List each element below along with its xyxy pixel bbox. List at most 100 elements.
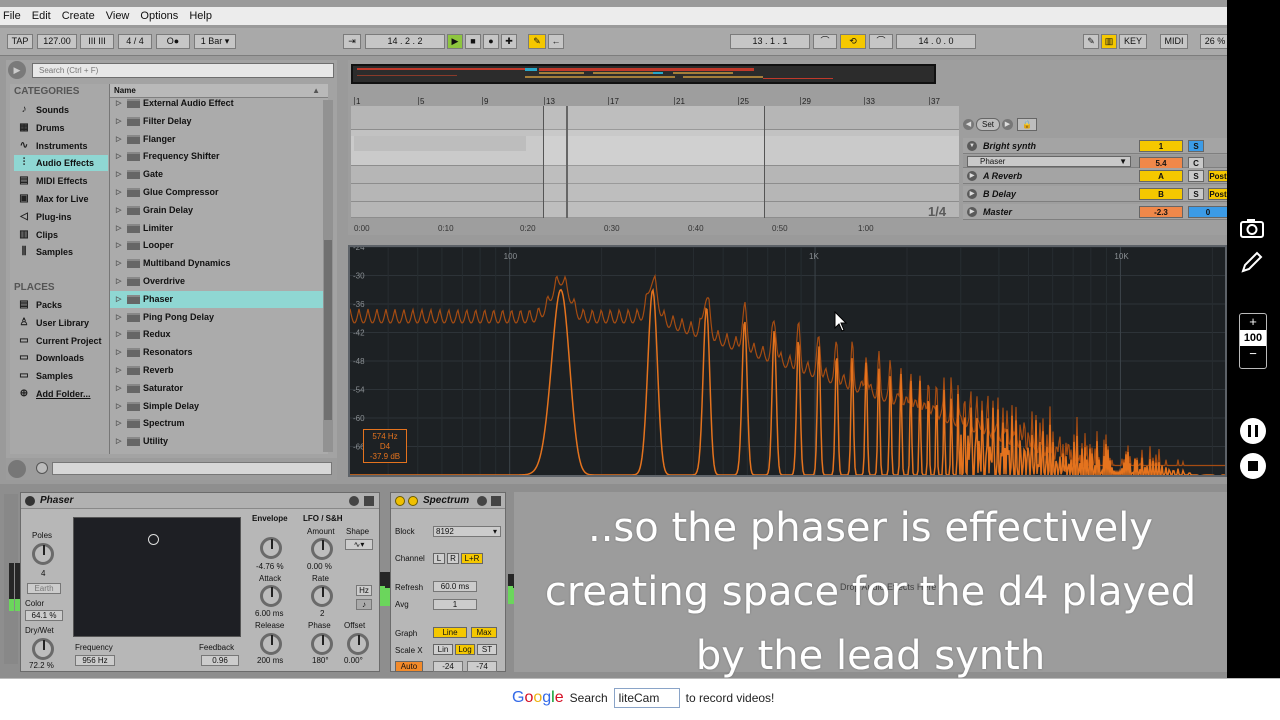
list-item[interactable]: ▷ Reverb	[110, 362, 326, 379]
preview-waveform[interactable]	[52, 462, 332, 475]
expand-triangle-icon[interactable]: ▷	[116, 184, 121, 201]
place-item-add-folder-[interactable]: ⊕ Add Folder...	[14, 386, 108, 402]
sidebar-item-drums[interactable]: ▦ Drums	[14, 120, 108, 136]
list-item[interactable]: ▷ Limiter	[110, 220, 326, 237]
menu-view[interactable]: View	[106, 10, 130, 22]
list-item[interactable]: ▷ Saturator	[110, 380, 326, 397]
tap-tempo-button[interactable]: TAP	[7, 34, 33, 49]
arrangement-overview[interactable]	[351, 64, 936, 84]
clip-region[interactable]	[354, 136, 526, 151]
google-search-input[interactable]: liteCam	[613, 688, 680, 708]
rate-knob[interactable]	[311, 585, 333, 607]
punch-out-icon[interactable]: ⌒	[869, 34, 893, 49]
track-activator-3[interactable]: B	[1139, 188, 1183, 200]
overdub-icon[interactable]: ✚	[501, 34, 517, 49]
list-item[interactable]: ▷ Looper	[110, 237, 326, 254]
sidebar-item-audio-effects[interactable]: ⫶ Audio Effects	[14, 155, 108, 172]
expand-triangle-icon[interactable]: ▷	[116, 131, 121, 148]
feedback-value[interactable]: 0.96	[201, 655, 239, 666]
phaser-hotswap-icon[interactable]	[349, 496, 359, 506]
list-item[interactable]: ▷ Grain Delay	[110, 202, 326, 219]
automation-arm-icon[interactable]: ✎	[528, 34, 546, 49]
menu-options[interactable]: Options	[140, 10, 178, 22]
sync-note-icon[interactable]: ♪	[356, 599, 372, 610]
solo-button-4[interactable]: 0	[1188, 206, 1227, 218]
sidebar-item-instruments[interactable]: ∿ Instruments	[14, 138, 108, 154]
earth-button[interactable]: Earth	[27, 583, 61, 594]
list-item[interactable]: ▷ Multiband Dynamics	[110, 255, 326, 272]
scale-log-button[interactable]: Log	[455, 644, 475, 655]
expand-triangle-icon[interactable]: ▷	[116, 255, 121, 272]
xy-handle[interactable]	[148, 534, 159, 545]
sidebar-item-samples[interactable]: ⫼ Samples	[14, 244, 108, 260]
monitor-post-button-3[interactable]: Post	[1208, 188, 1227, 200]
sidebar-item-sounds[interactable]: ♪ Sounds	[14, 102, 108, 118]
key-map-button[interactable]: KEY	[1119, 34, 1147, 49]
drywet-knob[interactable]	[32, 638, 54, 660]
hz-button[interactable]: Hz	[356, 585, 372, 596]
punch-in-icon[interactable]: ⌒	[813, 34, 837, 49]
expand-triangle-icon[interactable]: ▷	[116, 148, 121, 165]
expand-triangle-icon[interactable]: ▷	[116, 344, 121, 361]
channel-lr-button[interactable]: L+R	[461, 553, 483, 564]
next-locator-icon[interactable]: ▶	[1002, 119, 1013, 130]
expand-triangle-icon[interactable]: ▷	[116, 415, 121, 432]
list-item[interactable]: ▷ Glue Compressor	[110, 184, 326, 201]
pen-icon[interactable]	[1238, 248, 1266, 276]
color-value[interactable]: 64.1 %	[25, 610, 63, 621]
metronome-button[interactable]: O●	[156, 34, 190, 49]
place-item-downloads[interactable]: ▭ Downloads	[14, 350, 108, 366]
expand-triangle-icon[interactable]: ▷	[116, 237, 121, 254]
spectrum-save-icon[interactable]	[491, 496, 501, 506]
pause-icon[interactable]	[1240, 418, 1266, 444]
loop-length-field[interactable]: 14 . 0 . 0	[896, 34, 976, 49]
zoom-out-button[interactable]: −	[1240, 346, 1266, 362]
draw-mode-icon[interactable]: ✎	[1083, 34, 1099, 49]
phase-knob[interactable]	[311, 633, 333, 655]
track-activator-2[interactable]: A	[1139, 170, 1183, 182]
scrollbar-thumb[interactable]	[324, 240, 332, 420]
nudge-buttons[interactable]: III III	[80, 34, 114, 49]
list-item[interactable]: ▷ Utility	[110, 433, 326, 450]
expand-triangle-icon[interactable]: ▷	[116, 362, 121, 379]
monitor-post-button-2[interactable]: Post	[1208, 170, 1227, 182]
spectrum-power-icon[interactable]	[395, 496, 405, 506]
loop-region[interactable]	[543, 106, 765, 218]
lock-icon[interactable]: 🔒	[1017, 118, 1037, 131]
expand-triangle-icon[interactable]: ▷	[116, 113, 121, 130]
track-header-b-delay[interactable]: ▶ B Delay B S Post	[963, 186, 1227, 202]
solo-button-3[interactable]: S	[1188, 188, 1204, 200]
place-item-current-project[interactable]: ▭ Current Project	[14, 333, 108, 349]
stop-icon[interactable]: ■	[465, 34, 481, 49]
block-selector[interactable]: 8192 ▾	[433, 526, 501, 537]
unfold-track-icon[interactable]: ▶	[967, 171, 977, 181]
track-lanes[interactable]	[351, 106, 959, 218]
avg-value[interactable]: 1	[433, 599, 477, 610]
quantize-menu[interactable]: 1 Bar ▾	[194, 34, 236, 49]
frequency-value[interactable]: 956 Hz	[75, 655, 115, 666]
list-item[interactable]: ▷ Redux	[110, 326, 326, 343]
spectrum-display[interactable]: -24 -30 -36 -42 -48 -54 -60 -66 100 1K 10K 574 Hz …	[348, 243, 1227, 483]
place-item-user-library[interactable]: ♙ User Library	[14, 315, 108, 331]
track-header-master[interactable]: ▶ Master -2.3 0	[963, 204, 1227, 220]
list-item[interactable]: ▷ Ping Pong Delay	[110, 309, 326, 326]
track-header-bright-synth[interactable]: ▼ Bright synth 1 S	[963, 138, 1227, 154]
range-low-value[interactable]: -24	[433, 661, 463, 672]
channel-r-button[interactable]: R	[447, 553, 459, 564]
shape-selector[interactable]: ∿▾	[345, 539, 373, 550]
channel-l-button[interactable]: L	[433, 553, 445, 564]
midi-map-button[interactable]: MIDI	[1160, 34, 1188, 49]
arrangement-position-field[interactable]: 14 . 2 . 2	[365, 34, 445, 49]
menu-file[interactable]: File	[3, 10, 21, 22]
list-item[interactable]: ▷ Simple Delay	[110, 398, 326, 415]
expand-triangle-icon[interactable]: ▷	[116, 273, 121, 290]
grid-quantization[interactable]: 1/4	[928, 204, 946, 219]
computer-midi-icon[interactable]: ▥	[1101, 34, 1117, 49]
expand-triangle-icon[interactable]: ▷	[116, 433, 121, 450]
tempo-field[interactable]: 127.00	[37, 34, 77, 49]
expand-triangle-icon[interactable]: ▷	[116, 291, 121, 308]
menu-create[interactable]: Create	[62, 10, 95, 22]
previous-locator-icon[interactable]: ◀	[963, 119, 974, 130]
list-item[interactable]: ▷ Resonators	[110, 344, 326, 361]
set-locator-button[interactable]: Set	[976, 118, 1000, 131]
